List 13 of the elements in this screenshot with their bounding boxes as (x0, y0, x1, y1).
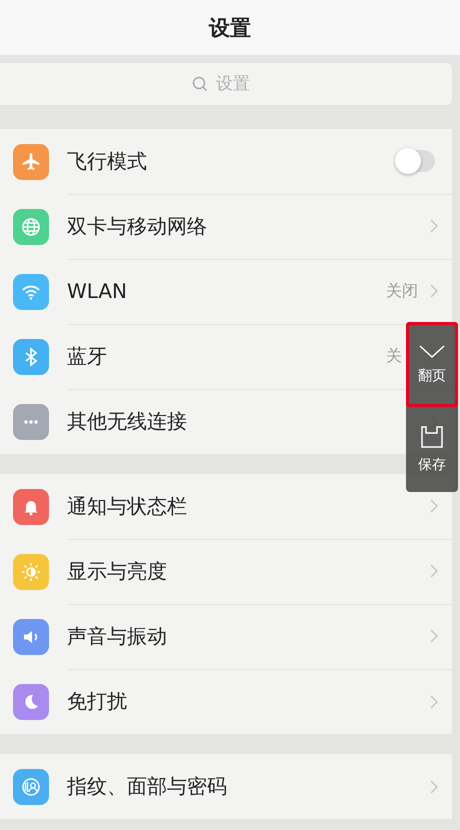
setting-label: 蓝牙 (67, 342, 108, 370)
setting-label: WLAN (67, 279, 128, 303)
setting-label: 飞行模式 (67, 148, 148, 174)
setting-value: 关 (386, 346, 403, 366)
setting-label: 声音与振动 (67, 622, 168, 650)
setting-label: 免打扰 (67, 688, 128, 715)
setting-label: 显示与亮度 (67, 558, 168, 584)
setting-label: 其他无线连接 (67, 408, 188, 435)
setting-label: 指纹、面部与密码 (67, 773, 228, 800)
page-title: 设置 (209, 14, 251, 42)
setting-label: 双卡与移动网络 (67, 212, 208, 240)
setting-label: 通知与状态栏 (67, 492, 188, 520)
setting-value: 关闭 (386, 280, 419, 302)
